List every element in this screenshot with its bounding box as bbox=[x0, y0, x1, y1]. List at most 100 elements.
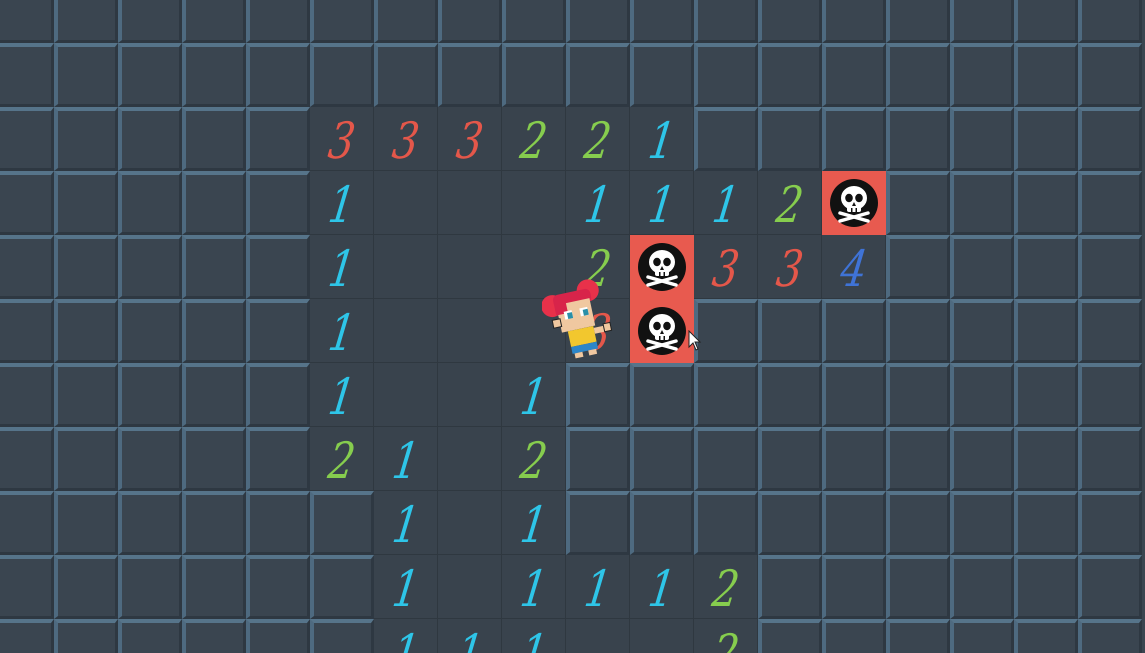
closed-tile[interactable] bbox=[246, 171, 310, 235]
closed-tile[interactable] bbox=[630, 427, 694, 491]
minesweeper-board[interactable]: 3332211111212334131121211111121112 bbox=[0, 0, 1145, 653]
closed-tile[interactable] bbox=[0, 171, 54, 235]
closed-tile[interactable] bbox=[1078, 43, 1142, 107]
closed-tile[interactable] bbox=[566, 0, 630, 43]
closed-tile[interactable] bbox=[118, 555, 182, 619]
closed-tile[interactable] bbox=[822, 0, 886, 43]
closed-tile[interactable] bbox=[566, 43, 630, 107]
closed-tile[interactable] bbox=[950, 171, 1014, 235]
closed-tile[interactable] bbox=[310, 0, 374, 43]
closed-tile[interactable] bbox=[0, 43, 54, 107]
closed-tile[interactable] bbox=[566, 427, 630, 491]
closed-tile[interactable] bbox=[694, 43, 758, 107]
closed-tile[interactable] bbox=[630, 43, 694, 107]
closed-tile[interactable] bbox=[822, 299, 886, 363]
closed-tile[interactable] bbox=[118, 235, 182, 299]
closed-tile[interactable] bbox=[886, 555, 950, 619]
closed-tile[interactable] bbox=[758, 299, 822, 363]
closed-tile[interactable] bbox=[1014, 235, 1078, 299]
closed-tile[interactable] bbox=[182, 171, 246, 235]
closed-tile[interactable] bbox=[886, 0, 950, 43]
closed-tile[interactable] bbox=[1078, 491, 1142, 555]
closed-tile[interactable] bbox=[886, 491, 950, 555]
closed-tile[interactable] bbox=[54, 299, 118, 363]
closed-tile[interactable] bbox=[54, 43, 118, 107]
closed-tile[interactable] bbox=[1014, 555, 1078, 619]
closed-tile[interactable] bbox=[694, 363, 758, 427]
closed-tile[interactable] bbox=[950, 299, 1014, 363]
closed-tile[interactable] bbox=[246, 363, 310, 427]
closed-tile[interactable] bbox=[118, 363, 182, 427]
closed-tile[interactable] bbox=[1078, 299, 1142, 363]
closed-tile[interactable] bbox=[438, 0, 502, 43]
closed-tile[interactable] bbox=[246, 43, 310, 107]
closed-tile[interactable] bbox=[182, 107, 246, 171]
closed-tile[interactable] bbox=[1078, 619, 1142, 653]
closed-tile[interactable] bbox=[246, 555, 310, 619]
closed-tile[interactable] bbox=[54, 619, 118, 653]
closed-tile[interactable] bbox=[1078, 427, 1142, 491]
closed-tile[interactable] bbox=[54, 0, 118, 43]
closed-tile[interactable] bbox=[0, 427, 54, 491]
closed-tile[interactable] bbox=[1078, 107, 1142, 171]
closed-tile[interactable] bbox=[0, 555, 54, 619]
closed-tile[interactable] bbox=[822, 491, 886, 555]
closed-tile[interactable] bbox=[886, 427, 950, 491]
closed-tile[interactable] bbox=[1078, 0, 1142, 43]
closed-tile[interactable] bbox=[886, 299, 950, 363]
closed-tile[interactable] bbox=[950, 555, 1014, 619]
closed-tile[interactable] bbox=[694, 107, 758, 171]
closed-tile[interactable] bbox=[118, 619, 182, 653]
closed-tile[interactable] bbox=[182, 555, 246, 619]
closed-tile[interactable] bbox=[310, 43, 374, 107]
closed-tile[interactable] bbox=[0, 299, 54, 363]
closed-tile[interactable] bbox=[374, 0, 438, 43]
closed-tile[interactable] bbox=[246, 235, 310, 299]
closed-tile[interactable] bbox=[1014, 171, 1078, 235]
closed-tile[interactable] bbox=[758, 43, 822, 107]
closed-tile[interactable] bbox=[1014, 0, 1078, 43]
closed-tile[interactable] bbox=[758, 491, 822, 555]
closed-tile[interactable] bbox=[54, 363, 118, 427]
closed-tile[interactable] bbox=[694, 0, 758, 43]
closed-tile[interactable] bbox=[0, 107, 54, 171]
closed-tile[interactable] bbox=[246, 491, 310, 555]
closed-tile[interactable] bbox=[630, 0, 694, 43]
closed-tile[interactable] bbox=[822, 43, 886, 107]
closed-tile[interactable] bbox=[1014, 427, 1078, 491]
closed-tile[interactable] bbox=[310, 491, 374, 555]
closed-tile[interactable] bbox=[246, 0, 310, 43]
closed-tile[interactable] bbox=[1078, 363, 1142, 427]
closed-tile[interactable] bbox=[182, 0, 246, 43]
closed-tile[interactable] bbox=[886, 43, 950, 107]
closed-tile[interactable] bbox=[374, 43, 438, 107]
closed-tile[interactable] bbox=[630, 363, 694, 427]
closed-tile[interactable] bbox=[1014, 491, 1078, 555]
closed-tile[interactable] bbox=[0, 491, 54, 555]
closed-tile[interactable] bbox=[822, 107, 886, 171]
closed-tile[interactable] bbox=[566, 491, 630, 555]
closed-tile[interactable] bbox=[118, 0, 182, 43]
closed-tile[interactable] bbox=[182, 491, 246, 555]
closed-tile[interactable] bbox=[246, 299, 310, 363]
closed-tile[interactable] bbox=[502, 0, 566, 43]
closed-tile[interactable] bbox=[758, 427, 822, 491]
closed-tile[interactable] bbox=[182, 363, 246, 427]
closed-tile[interactable] bbox=[886, 235, 950, 299]
closed-tile[interactable] bbox=[182, 43, 246, 107]
closed-tile[interactable] bbox=[886, 171, 950, 235]
closed-tile[interactable] bbox=[950, 43, 1014, 107]
closed-tile[interactable] bbox=[118, 43, 182, 107]
closed-tile[interactable] bbox=[502, 43, 566, 107]
closed-tile[interactable] bbox=[310, 555, 374, 619]
closed-tile[interactable] bbox=[1014, 363, 1078, 427]
closed-tile[interactable] bbox=[54, 235, 118, 299]
closed-tile[interactable] bbox=[886, 619, 950, 653]
closed-tile[interactable] bbox=[246, 427, 310, 491]
closed-tile[interactable] bbox=[1014, 43, 1078, 107]
closed-tile[interactable] bbox=[118, 171, 182, 235]
closed-tile[interactable] bbox=[246, 107, 310, 171]
closed-tile[interactable] bbox=[0, 363, 54, 427]
closed-tile[interactable] bbox=[54, 555, 118, 619]
closed-tile[interactable] bbox=[182, 235, 246, 299]
